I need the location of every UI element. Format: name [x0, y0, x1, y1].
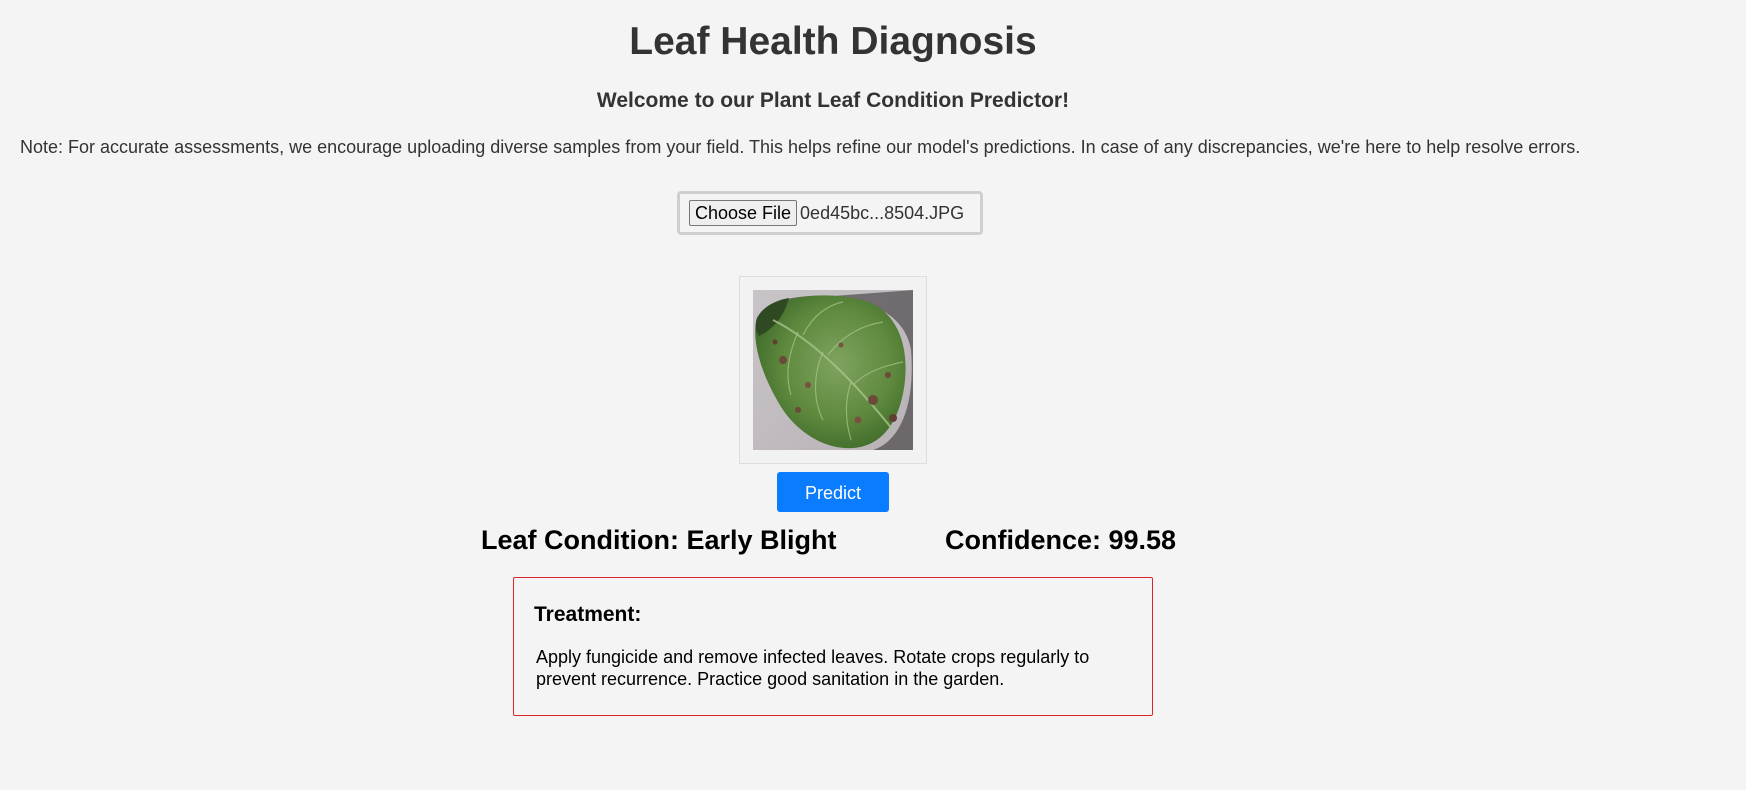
choose-file-button[interactable]: Choose File	[689, 200, 798, 226]
leaf-condition-result: Leaf Condition: Early Blight	[481, 525, 837, 555]
page-title: Leaf Health Diagnosis	[629, 20, 1037, 63]
predict-button[interactable]: Predict	[777, 472, 889, 512]
treatment-title: Treatment:	[534, 603, 642, 626]
leaf-photo	[753, 290, 913, 450]
image-preview	[739, 276, 927, 464]
welcome-heading: Welcome to our Plant Leaf Condition Pred…	[596, 89, 1070, 112]
page: Leaf Health Diagnosis Welcome to our Pla…	[0, 0, 1746, 790]
selected-file-name: 0ed45bc...8504.JPG	[800, 202, 965, 223]
treatment-text: Apply fungicide and remove infected leav…	[536, 647, 1090, 689]
treatment-panel: Treatment: Apply fungicide and remove in…	[513, 577, 1153, 716]
confidence-result: Confidence: 99.58	[945, 525, 1177, 555]
file-upload-input[interactable]: Choose File 0ed45bc...8504.JPG	[677, 191, 983, 235]
note-text: Note: For accurate assessments, we encou…	[20, 137, 1581, 157]
leaf-photo-graphic	[753, 290, 913, 450]
